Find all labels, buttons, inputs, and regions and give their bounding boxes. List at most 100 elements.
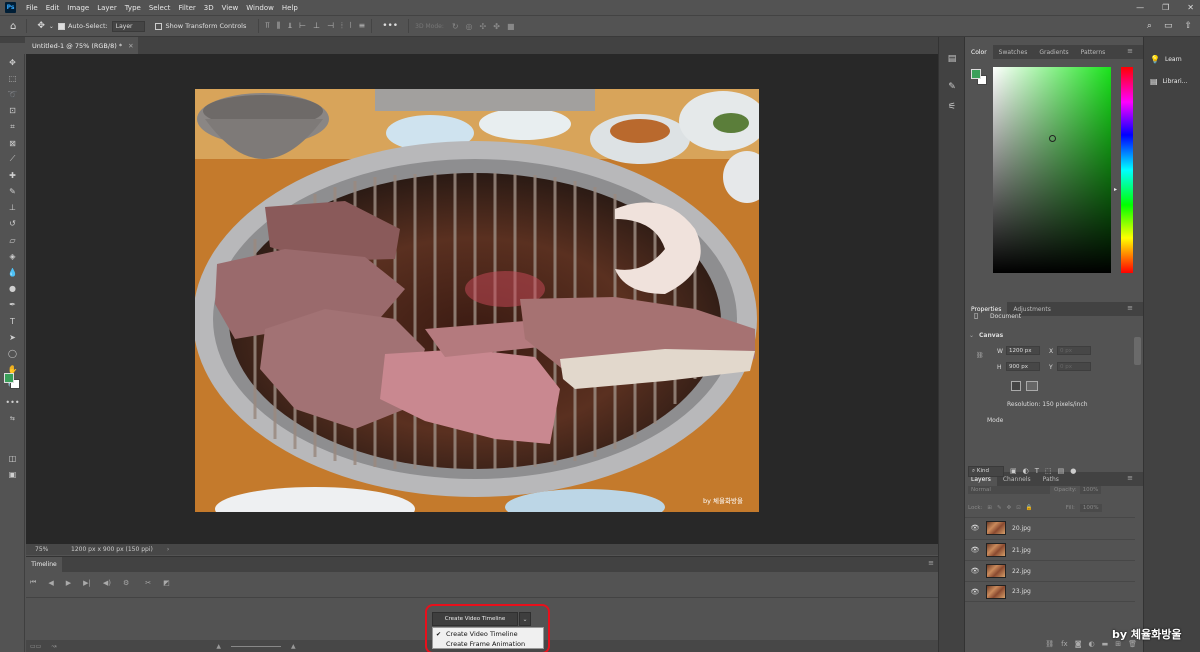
object-select-tool-icon[interactable]: ⊡	[0, 103, 25, 119]
filter-toggle-icon[interactable]: ●	[1070, 467, 1076, 475]
layer-row[interactable]: 👁 20.jpg	[965, 517, 1135, 538]
opacity-input[interactable]: 100%	[1079, 486, 1102, 494]
workspace-icon[interactable]: ▭	[1164, 21, 1173, 31]
color-field[interactable]	[993, 67, 1111, 273]
chevron-down-icon[interactable]: ⌄	[49, 23, 54, 30]
zoom-in-icon[interactable]: ▲	[291, 643, 296, 650]
y-input[interactable]: 0 px	[1057, 362, 1091, 371]
zoom-level[interactable]: 75%	[35, 546, 71, 553]
menu-select[interactable]: Select	[145, 4, 175, 12]
foreground-color-swatch[interactable]	[971, 69, 981, 79]
layer-row[interactable]: 👁 23.jpg	[965, 581, 1135, 602]
filter-shape-icon[interactable]: ⬚	[1045, 467, 1052, 475]
move-tool-icon[interactable]: ✥	[0, 54, 25, 70]
adjustment-layer-icon[interactable]: ◐	[1089, 640, 1095, 648]
eyedropper-tool-icon[interactable]: ⟋	[0, 151, 25, 167]
x-input[interactable]: 0 px	[1057, 346, 1091, 355]
audio-icon[interactable]: ◀)	[103, 579, 111, 587]
healing-brush-tool-icon[interactable]: ✚	[0, 167, 25, 183]
align-left-icon[interactable]: ⊢	[299, 21, 306, 31]
adjustments-icon[interactable]: ⚟	[939, 97, 965, 117]
filter-adjustment-icon[interactable]: ◐	[1023, 467, 1029, 475]
menu-type[interactable]: Type	[121, 4, 145, 12]
toolbar-collapse-bar[interactable]	[0, 37, 25, 43]
tab-timeline[interactable]: Timeline	[26, 557, 62, 572]
menu-3d[interactable]: 3D	[200, 4, 218, 12]
distribute-h-icon[interactable]: ⦚	[350, 21, 352, 31]
tab-gradients[interactable]: Gradients	[1033, 49, 1074, 56]
distribute-icon[interactable]: ⦙	[341, 21, 343, 31]
pen-tool-icon[interactable]: ✒	[0, 297, 25, 313]
lock-artboard-icon[interactable]: ⊡	[1016, 505, 1021, 511]
marquee-tool-icon[interactable]: ⬚	[0, 70, 25, 86]
eraser-tool-icon[interactable]: ▱	[0, 232, 25, 248]
align-hcenter-icon[interactable]: ⊥	[313, 21, 320, 31]
brush-settings-icon[interactable]: ✎	[939, 77, 965, 97]
settings-icon[interactable]: ⚙	[123, 579, 129, 587]
frame-icon[interactable]: ▭▭	[30, 643, 41, 650]
layer-row[interactable]: 👁 22.jpg	[965, 560, 1135, 581]
width-input[interactable]: 1200 px	[1006, 346, 1040, 355]
filter-pixel-icon[interactable]: ▣	[1010, 467, 1017, 475]
menu-edit[interactable]: Edit	[42, 4, 64, 12]
distribute-v-icon[interactable]: ≡	[358, 21, 365, 31]
shape-tool-icon[interactable]: ◯	[0, 345, 25, 361]
properties-scrollbar[interactable]	[1134, 337, 1141, 365]
zoom-slider[interactable]	[231, 645, 281, 647]
chevron-down-icon[interactable]: ⌄	[969, 332, 974, 339]
lasso-tool-icon[interactable]: ➰	[0, 86, 25, 102]
show-transform-checkbox[interactable]	[155, 22, 163, 30]
layer-row[interactable]: 👁 21.jpg	[965, 539, 1135, 560]
menu-filter[interactable]: Filter	[174, 4, 199, 12]
menu-image[interactable]: Image	[63, 4, 93, 12]
auto-select-checkbox[interactable]	[57, 22, 65, 30]
menu-layer[interactable]: Layer	[93, 4, 121, 12]
clone-stamp-tool-icon[interactable]: ⊥	[0, 200, 25, 216]
hue-slider[interactable]	[1121, 67, 1133, 273]
layer-style-icon[interactable]: fx	[1061, 640, 1068, 648]
lock-all-icon[interactable]: 🔒	[1026, 505, 1033, 511]
type-tool-icon[interactable]: T	[0, 313, 25, 329]
eye-icon[interactable]: 👁	[968, 546, 982, 554]
tab-swatches[interactable]: Swatches	[993, 49, 1034, 56]
path-select-tool-icon[interactable]: ➤	[0, 329, 25, 345]
portrait-orientation-icon[interactable]	[1011, 381, 1021, 391]
lock-position-icon[interactable]: ✥	[1007, 505, 1012, 511]
play-icon[interactable]: ▶	[66, 579, 71, 587]
menu-file[interactable]: File	[22, 4, 42, 12]
add-mask-icon[interactable]: ◙	[1075, 640, 1082, 648]
blend-mode-dropdown[interactable]: Normal	[968, 486, 1050, 494]
restore-icon[interactable]: ❐	[1162, 3, 1169, 12]
brush-tool-icon[interactable]: ✎	[0, 184, 25, 200]
strip-collapse[interactable]	[939, 37, 964, 49]
dodge-tool-icon[interactable]: ●	[0, 281, 25, 297]
menu-view[interactable]: View	[218, 4, 243, 12]
eye-icon[interactable]: 👁	[968, 588, 982, 596]
eye-icon[interactable]: 👁	[968, 567, 982, 575]
home-icon[interactable]: ⌂	[10, 21, 16, 32]
share-icon[interactable]: ⇧	[1184, 21, 1192, 31]
search-icon[interactable]: ⌕	[1147, 21, 1152, 31]
minimize-icon[interactable]: —	[1136, 3, 1144, 12]
3d-orbit-icon[interactable]: ↻	[452, 22, 459, 31]
3d-roll-icon[interactable]: ◎	[466, 22, 473, 31]
paint-bucket-tool-icon[interactable]: ◈	[0, 248, 25, 264]
foreground-color-swatch[interactable]	[4, 373, 14, 383]
screen-mode-icon[interactable]: ▣	[0, 467, 25, 483]
history-icon[interactable]: ▤	[939, 49, 965, 69]
align-vcenter-icon[interactable]: ⫼	[277, 21, 281, 31]
document-image[interactable]: by 체율화방울	[195, 89, 759, 512]
previous-frame-icon[interactable]: ◀	[48, 579, 53, 587]
next-frame-icon[interactable]: ▶|	[83, 579, 91, 587]
link-icon[interactable]: ⛓	[976, 352, 984, 359]
lock-transparent-icon[interactable]: ⊞	[987, 505, 992, 511]
menu-help[interactable]: Help	[278, 4, 302, 12]
close-tab-icon[interactable]: ✕	[128, 42, 133, 50]
blur-tool-icon[interactable]: 💧	[0, 264, 25, 280]
filter-type-icon[interactable]: T	[1035, 467, 1039, 475]
3d-pan-icon[interactable]: ✣	[480, 22, 487, 31]
convert-icon[interactable]: ↝	[51, 643, 56, 650]
libraries-panel-button[interactable]: ▤ Librari...	[1144, 70, 1200, 92]
lock-pixels-icon[interactable]: ✎	[997, 505, 1002, 511]
crop-tool-icon[interactable]: ⌗	[0, 119, 25, 135]
